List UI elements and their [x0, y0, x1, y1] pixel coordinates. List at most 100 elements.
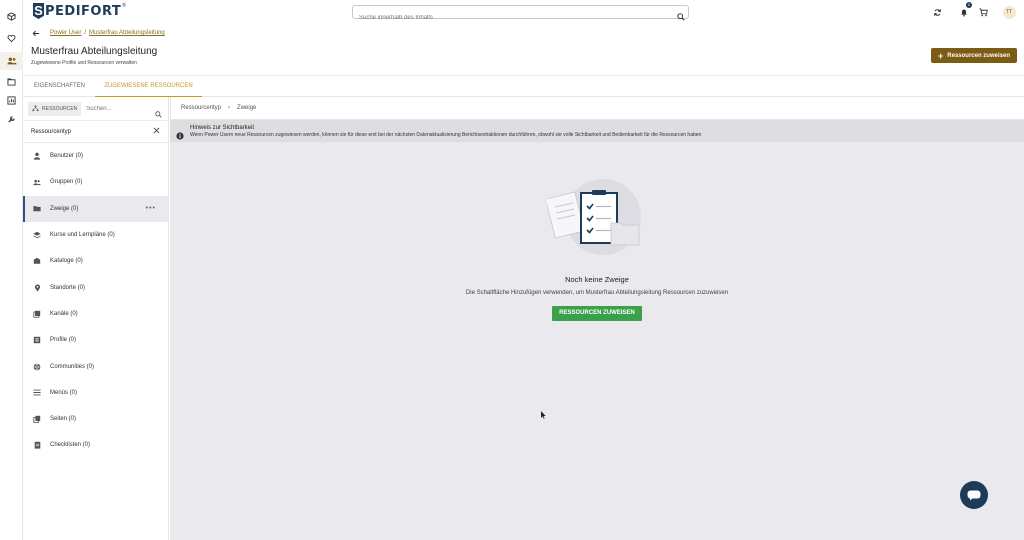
profile-card-icon: [33, 336, 41, 344]
notice-text: Wenn Power Usern neue Ressourcen zugewie…: [190, 131, 702, 138]
location-pin-icon: [33, 284, 41, 292]
checklist-icon: [33, 441, 41, 450]
channel-icon: [33, 310, 41, 318]
back-arrow-icon[interactable]: [32, 29, 42, 37]
content-breadcrumb-separator: ›: [228, 105, 231, 111]
breadcrumb-separator: /: [84, 30, 87, 36]
empty-clipboard-illustration: [545, 177, 647, 261]
assign-resources-button[interactable]: + Ressourcen zuweisen: [931, 48, 1017, 63]
resource-item-locations[interactable]: Standorte (0): [23, 274, 168, 300]
resource-item-courses[interactable]: Kurse und Lernpläne (0): [23, 222, 168, 248]
tab-properties[interactable]: EIGENSCHAFTEN: [34, 76, 85, 97]
resource-item-label: Seiten (0): [50, 416, 77, 423]
empty-state: Noch keine Zweige Die Schaltfläche Hinzu…: [170, 177, 1024, 321]
resource-item-communities[interactable]: Communities (0): [23, 353, 168, 379]
cart-icon[interactable]: [975, 4, 991, 20]
top-bar: S PEDIFORT ® 0 TT: [23, 0, 1024, 24]
resource-item-branches[interactable]: Zweige (0) •••: [23, 195, 168, 222]
resource-item-label: Zweige (0): [50, 205, 79, 212]
page-title: Musterfrau Abteilungsleitung: [31, 46, 158, 57]
spedifort-logo[interactable]: S PEDIFORT ®: [33, 3, 126, 19]
content-breadcrumb-current: Zweige: [237, 105, 257, 111]
avatar-initials: TT: [1002, 5, 1016, 19]
group-icon: [33, 178, 41, 186]
global-search[interactable]: [352, 5, 689, 24]
resource-search-input[interactable]: [86, 105, 147, 112]
user-avatar[interactable]: TT: [1001, 4, 1017, 20]
logo-text: PEDIFORT: [45, 3, 122, 19]
chat-support-button[interactable]: [960, 481, 988, 509]
resource-item-label: Checklisten (0): [50, 442, 91, 449]
app-rail: [0, 0, 23, 540]
search-icon[interactable]: [155, 105, 163, 118]
empty-state-title: Noch keine Zweige: [565, 275, 629, 284]
resource-item-label: Communities (0): [50, 363, 95, 370]
resource-item-label: Gruppen (0): [50, 179, 83, 186]
notice-title: Hinweis zur Sichtbarkeit: [190, 124, 255, 131]
page-subtitle: Zugewiesene Profile und Ressourcen verwa…: [31, 60, 137, 66]
resource-item-label: Standorte (0): [50, 284, 86, 291]
info-icon: [176, 127, 184, 140]
resource-item-users[interactable]: Benutzer (0): [23, 143, 168, 169]
resource-item-menus[interactable]: Menüs (0): [23, 380, 168, 406]
resource-type-panel: RESSOURCEN Ressourcentyp Benutzer (0) Gr…: [23, 97, 169, 540]
globe-icon: [33, 362, 41, 371]
resource-item-label: Profile (0): [50, 337, 77, 344]
pages-icon: [33, 415, 41, 424]
resource-item-label: Kanäle (0): [50, 310, 78, 317]
resource-item-groups[interactable]: Gruppen (0): [23, 169, 168, 195]
resource-item-label: Menüs (0): [50, 389, 78, 396]
notice-body: Hinweis zur Sichtbarkeit Wenn Power User…: [190, 125, 701, 138]
breadcrumb: Power User / Musterfrau Abteilungsleitun…: [32, 29, 165, 37]
resource-item-catalogs[interactable]: Kataloge (0): [23, 248, 168, 274]
resource-item-checklists[interactable]: Checklisten (0): [23, 432, 168, 458]
breadcrumb-power-user[interactable]: Power User: [50, 30, 81, 36]
tab-assigned-resources[interactable]: ZUGEWIESENE RESSOURCEN: [95, 76, 202, 97]
resource-item-channels[interactable]: Kanäle (0): [23, 301, 168, 327]
mouse-cursor-icon: [541, 406, 546, 419]
notifications-bell-icon[interactable]: 0: [956, 2, 972, 20]
menu-icon: [33, 389, 41, 397]
main-content: Ressourcentyp › Zweige Hinweis zur Sicht…: [170, 96, 1024, 540]
resource-item-profiles[interactable]: Profile (0): [23, 327, 168, 353]
resource-item-pages[interactable]: Seiten (0): [23, 406, 168, 432]
resource-type-list: Benutzer (0) Gruppen (0) Zweige (0) ••• …: [23, 143, 168, 459]
resource-type-title: Ressourcentyp: [31, 128, 72, 135]
folder-icon: [33, 205, 41, 213]
search-icon[interactable]: [677, 8, 685, 21]
reports-icon[interactable]: [6, 95, 17, 106]
content-breadcrumb-root[interactable]: Ressourcentyp: [181, 105, 221, 111]
breadcrumb-divider: [170, 96, 171, 120]
assign-resources-empty-button[interactable]: RESSOURCEN ZUWEISEN: [552, 306, 642, 321]
plus-icon: +: [938, 50, 944, 61]
sync-icon[interactable]: [929, 4, 945, 20]
visibility-notice: Hinweis zur Sichtbarkeit Wenn Power User…: [170, 120, 1024, 142]
folders-icon[interactable]: [6, 76, 17, 87]
global-search-input[interactable]: [353, 12, 663, 24]
cube-icon[interactable]: [6, 11, 17, 22]
resources-filter-chip[interactable]: RESSOURCEN: [28, 101, 82, 116]
tools-icon[interactable]: [6, 114, 17, 125]
layers-icon: [33, 231, 41, 239]
sitemap-icon: [32, 105, 39, 112]
resources-chip-label: RESSOURCEN: [42, 105, 78, 112]
page-header: Power User / Musterfrau Abteilungsleitun…: [23, 24, 1024, 76]
close-icon[interactable]: [153, 127, 160, 136]
breadcrumb-current-user[interactable]: Musterfrau Abteilungsleitung: [89, 30, 165, 36]
resource-search-bar: RESSOURCEN: [23, 97, 168, 121]
heart-icon[interactable]: [6, 33, 17, 44]
resource-type-header: Ressourcentyp: [23, 121, 168, 143]
catalog-icon: [33, 257, 41, 265]
more-options-icon[interactable]: •••: [146, 205, 156, 212]
notifications-badge: 0: [966, 2, 972, 8]
resource-item-label: Kurse und Lernpläne (0): [50, 232, 115, 239]
users-icon[interactable]: [0, 52, 23, 70]
logo-mark: S: [33, 3, 44, 19]
resource-item-label: Kataloge (0): [50, 258, 83, 265]
content-breadcrumb: Ressourcentyp › Zweige: [170, 96, 1024, 120]
chat-bubble-icon: [967, 490, 981, 500]
tab-bar: EIGENSCHAFTEN ZUGEWIESENE RESSOURCEN: [23, 76, 1024, 97]
empty-state-description: Die Schaltfläche Hinzufügen verwenden, u…: [465, 290, 729, 296]
assign-resources-label: Ressourcen zuweisen: [947, 52, 1010, 59]
resource-item-label: Benutzer (0): [50, 153, 84, 160]
